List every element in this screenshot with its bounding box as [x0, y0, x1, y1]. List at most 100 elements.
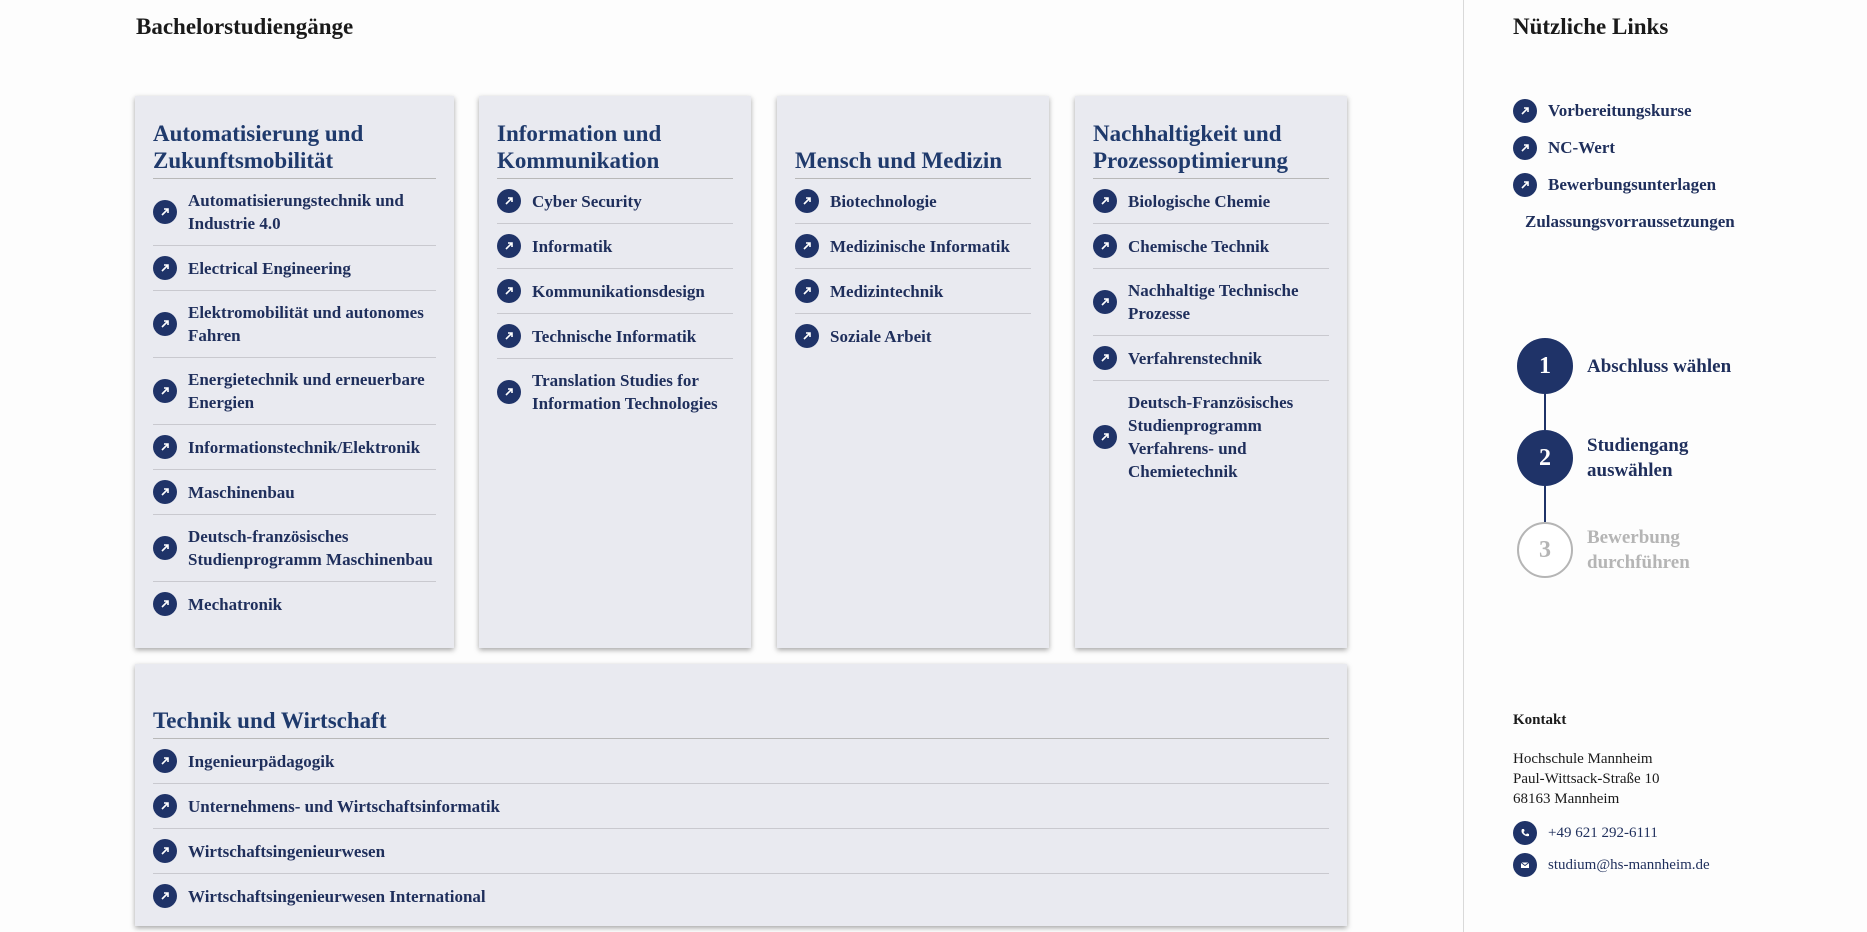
step-connector — [1544, 486, 1546, 522]
arrow-link-icon — [497, 380, 521, 404]
program-item[interactable]: Verfahrenstechnik — [1093, 336, 1329, 381]
program-item[interactable]: Unternehmens- und Wirtschaftsinformatik — [153, 784, 1329, 829]
program-item[interactable]: Cyber Security — [497, 179, 733, 224]
category-card-mensch: Mensch und Medizin Biotechnologie Medizi… — [777, 96, 1049, 648]
link-label: Zulassungsvorraussetzungen — [1525, 211, 1735, 231]
contact-block: Kontakt Hochschule Mannheim Paul-Wittsac… — [1513, 712, 1710, 877]
phone-icon — [1513, 821, 1537, 845]
link-nc-wert[interactable]: NC-Wert — [1513, 135, 1735, 160]
contact-street: Paul-Wittsack-Straße 10 — [1513, 771, 1660, 787]
arrow-link-icon — [1093, 189, 1117, 213]
program-list: Biologische Chemie Chemische Technik Nac… — [1093, 179, 1329, 493]
program-item[interactable]: Deutsch-Französisches Studienprogramm Ve… — [1093, 381, 1329, 493]
arrow-link-icon — [1093, 234, 1117, 258]
program-label: Automatisierungstechnik und Industrie 4.… — [188, 191, 404, 233]
program-item[interactable]: Mechatronik — [153, 582, 436, 626]
arrow-link-icon — [795, 279, 819, 303]
arrow-link-icon — [1093, 290, 1117, 314]
page-title: Bachelorstudiengänge — [136, 14, 354, 39]
step-label: Abschluss wählen — [1587, 355, 1732, 377]
link-label: NC-Wert — [1548, 137, 1616, 157]
contact-email[interactable]: studium@hs-mannheim.de — [1513, 853, 1710, 877]
program-label: Informationstechnik/Elektronik — [188, 437, 421, 457]
link-bewerbungsunterlagen[interactable]: Bewerbungsunterlagen — [1513, 172, 1735, 197]
program-list: Automatisierungstechnik und Industrie 4.… — [153, 179, 436, 626]
application-steps: 1 Abschluss wählen 2 Studiengang auswähl… — [1517, 338, 1731, 578]
program-label: Elektromobilität und autonomes Fahren — [188, 303, 424, 345]
arrow-link-icon — [497, 279, 521, 303]
step-1[interactable]: 1 Abschluss wählen — [1517, 338, 1731, 394]
program-item[interactable]: Energietechnik und erneuerbare Energien — [153, 358, 436, 425]
step-number: 3 — [1517, 522, 1573, 578]
program-item[interactable]: Nachhaltige Technische Prozesse — [1093, 269, 1329, 336]
program-label: Energietechnik und erneuerbare Energien — [188, 370, 425, 412]
program-label: Kommunikationsdesign — [532, 281, 705, 301]
program-list: Cyber Security Informatik Kommunikations… — [497, 179, 733, 425]
program-item[interactable]: Medizinische Informatik — [795, 224, 1031, 269]
arrow-link-icon — [153, 379, 177, 403]
arrow-link-icon — [153, 749, 177, 773]
category-title: Automatisierung und Zukunftsmobilität — [153, 114, 436, 179]
arrow-link-icon — [153, 839, 177, 863]
arrow-link-icon — [153, 592, 177, 616]
arrow-link-icon — [795, 234, 819, 258]
program-item[interactable]: Informationstechnik/Elektronik — [153, 425, 436, 470]
program-label: Translation Studies for Information Tech… — [532, 371, 718, 413]
program-item[interactable]: Deutsch-französisches Studienprogramm Ma… — [153, 515, 436, 582]
program-label: Ingenieurpädagogik — [188, 751, 335, 771]
mail-icon — [1513, 853, 1537, 877]
program-item[interactable]: Biotechnologie — [795, 179, 1031, 224]
program-item[interactable]: Elektromobilität und autonomes Fahren — [153, 291, 436, 358]
program-label: Maschinenbau — [188, 482, 295, 502]
program-item[interactable]: Chemische Technik — [1093, 224, 1329, 269]
program-item[interactable]: Electrical Engineering — [153, 246, 436, 291]
program-label: Biotechnologie — [830, 191, 937, 211]
program-item[interactable]: Wirtschaftsingenieurwesen — [153, 829, 1329, 874]
program-item[interactable]: Translation Studies for Information Tech… — [497, 359, 733, 425]
contact-phone[interactable]: +49 621 292-6111 — [1513, 821, 1710, 845]
program-list: Ingenieurpädagogik Unternehmens- und Wir… — [153, 739, 1329, 918]
arrow-link-icon — [497, 324, 521, 348]
link-label: Bewerbungsunterlagen — [1548, 174, 1717, 194]
link-vorbereitungskurse[interactable]: Vorbereitungskurse — [1513, 98, 1735, 123]
phone-number: +49 621 292-6111 — [1548, 824, 1658, 841]
program-item[interactable]: Automatisierungstechnik und Industrie 4.… — [153, 179, 436, 246]
program-label: Soziale Arbeit — [830, 326, 932, 346]
category-title: Technik und Wirtschaft — [153, 682, 1329, 739]
program-label: Wirtschaftsingenieurwesen — [188, 841, 386, 861]
program-item[interactable]: Maschinenbau — [153, 470, 436, 515]
program-item[interactable]: Soziale Arbeit — [795, 314, 1031, 358]
link-zulassungsvorraussetzungen[interactable]: Zulassungsvorraussetzungen — [1513, 209, 1735, 234]
arrow-link-icon — [153, 200, 177, 224]
program-item[interactable]: Wirtschaftsingenieurwesen International — [153, 874, 1329, 918]
category-card-information: Information und Kommunikation Cyber Secu… — [479, 96, 751, 648]
arrow-link-icon — [1513, 135, 1537, 160]
program-item[interactable]: Medizintechnik — [795, 269, 1031, 314]
arrow-link-icon — [153, 480, 177, 504]
step-2[interactable]: 2 Studiengang auswählen — [1517, 430, 1731, 486]
program-label: Nachhaltige Technische Prozesse — [1128, 281, 1299, 323]
arrow-link-icon — [795, 189, 819, 213]
program-item[interactable]: Biologische Chemie — [1093, 179, 1329, 224]
category-title: Mensch und Medizin — [795, 114, 1031, 179]
program-label: Mechatronik — [188, 594, 283, 614]
program-label: Medizintechnik — [830, 281, 944, 301]
arrow-link-icon — [1513, 172, 1537, 197]
program-label: Technische Informatik — [532, 326, 697, 346]
step-number: 2 — [1517, 430, 1573, 486]
arrow-link-icon — [1513, 98, 1537, 123]
program-label: Informatik — [532, 236, 613, 256]
step-label: Bewerbung durchführen — [1587, 527, 1690, 573]
contact-address: Hochschule Mannheim Paul-Wittsack-Straße… — [1513, 749, 1710, 809]
email-address: studium@hs-mannheim.de — [1548, 856, 1710, 873]
program-label: Deutsch-französisches Studienprogramm Ma… — [188, 527, 433, 569]
program-item[interactable]: Informatik — [497, 224, 733, 269]
step-3: 3 Bewerbung durchführen — [1517, 522, 1731, 578]
program-item[interactable]: Kommunikationsdesign — [497, 269, 733, 314]
step-connector — [1544, 394, 1546, 430]
program-item[interactable]: Ingenieurpädagogik — [153, 739, 1329, 784]
arrow-link-icon — [1093, 346, 1117, 370]
program-item[interactable]: Technische Informatik — [497, 314, 733, 359]
category-title: Information und Kommunikation — [497, 114, 733, 179]
program-label: Deutsch-Französisches Studienprogramm Ve… — [1128, 393, 1294, 481]
